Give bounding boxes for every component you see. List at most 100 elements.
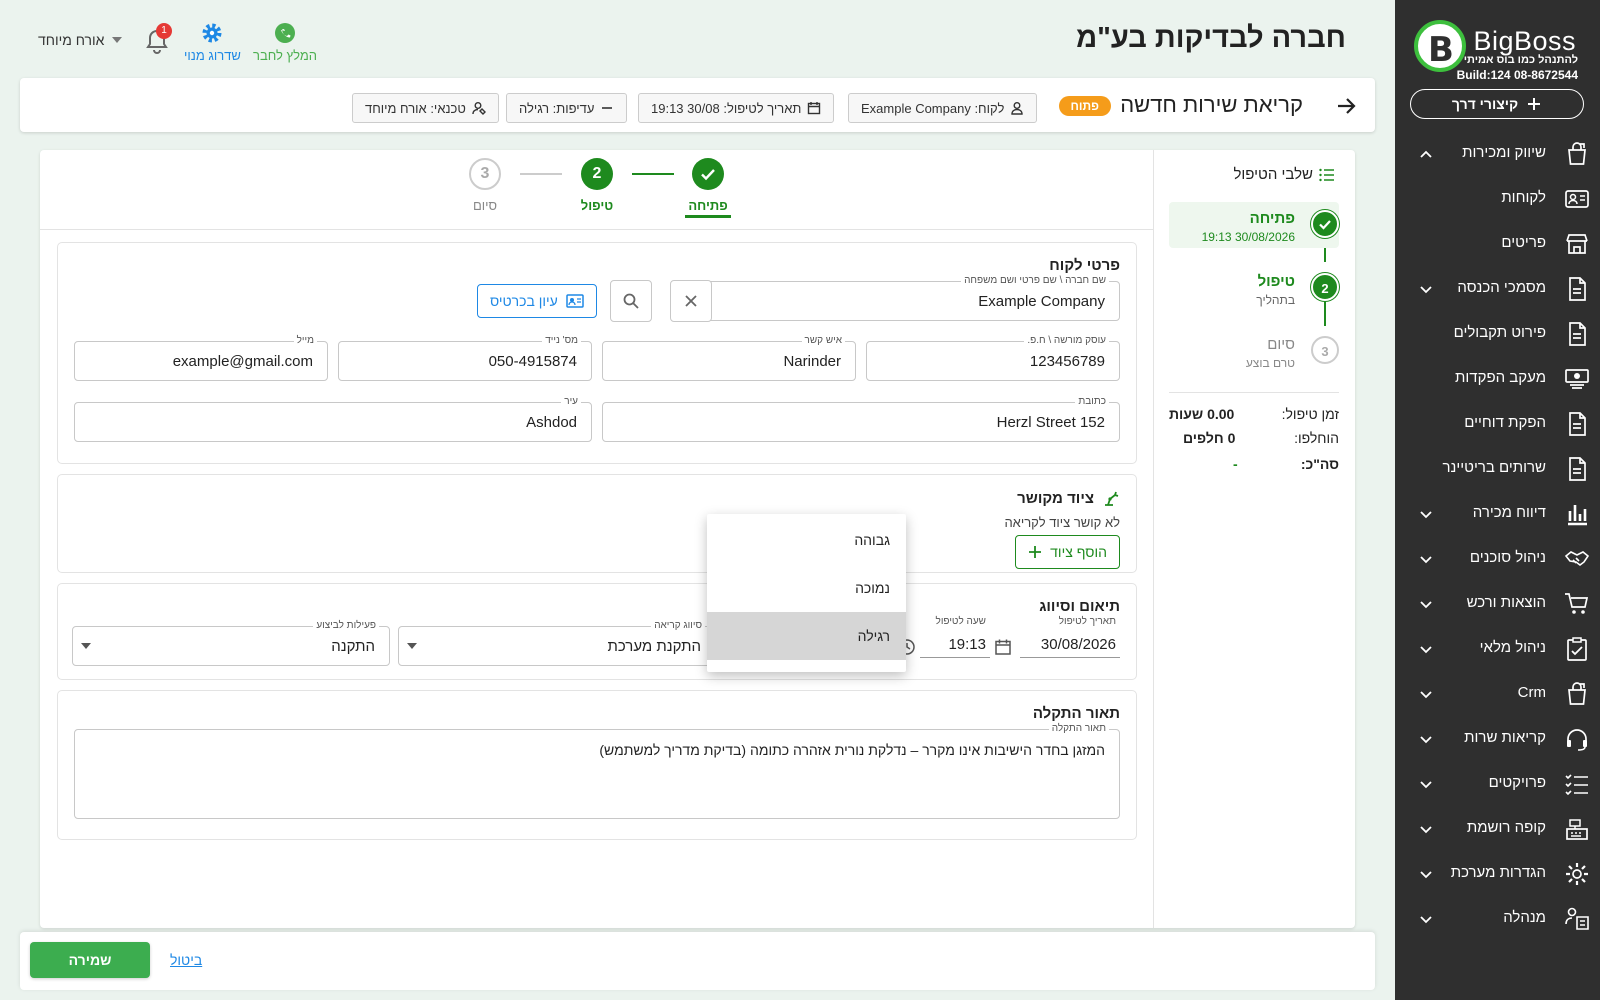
list-icon bbox=[1319, 168, 1335, 182]
date-field[interactable]: תאריך לטיפול 30/08/2026 bbox=[1020, 616, 1120, 658]
sidebar-item[interactable]: שרותים בריטיינר bbox=[1395, 446, 1600, 491]
sidebar-item[interactable]: ניהול מלאי bbox=[1395, 626, 1600, 671]
date-chip[interactable]: תאריך לטיפול: 30/08 19:13 bbox=[638, 93, 835, 123]
tab-treatment[interactable]: 2 טיפול bbox=[557, 158, 637, 213]
priority-option-high[interactable]: גבוהה bbox=[707, 516, 906, 564]
sidebar-item[interactable]: מסמכי הכנסה bbox=[1395, 266, 1600, 311]
side-step-treatment[interactable]: 2 טיפול בתהליך bbox=[1169, 265, 1339, 311]
chevron-down-icon[interactable] bbox=[1419, 822, 1433, 836]
sidebar-item[interactable]: קופה רושמת bbox=[1395, 806, 1600, 851]
option-label: נמוכה bbox=[855, 580, 890, 596]
sidebar-item[interactable]: דיווח מכירה bbox=[1395, 491, 1600, 536]
view-card-label: עיון בכרטיס bbox=[490, 293, 558, 309]
sidebar-item[interactable]: פירוט תקבולים bbox=[1395, 311, 1600, 356]
chevron-down-icon[interactable] bbox=[1419, 597, 1433, 611]
chevron-down-icon[interactable] bbox=[1419, 282, 1433, 296]
save-button[interactable]: שמירה bbox=[30, 942, 150, 978]
admin-icon bbox=[1564, 906, 1590, 932]
side-step-finish[interactable]: 3 סיום טרם בוצע bbox=[1169, 328, 1339, 374]
upgrade-button[interactable]: שדרוג מנוי bbox=[184, 22, 241, 63]
field-value: Narinder bbox=[783, 353, 841, 370]
user-menu[interactable]: אורח מיוחד bbox=[38, 32, 123, 48]
close-icon bbox=[685, 295, 697, 307]
customer-section: פרטי לקוח שם חברה \ שם פרטי ושם משפחה Ex… bbox=[57, 242, 1137, 464]
sidebar-item[interactable]: קריאות שרות bbox=[1395, 716, 1600, 761]
city-field[interactable]: עיר Ashdod bbox=[74, 396, 592, 442]
address-field[interactable]: כתובת Herzl Street 152 bbox=[602, 396, 1120, 442]
field-label: שם חברה \ שם פרטי ושם משפחה bbox=[961, 275, 1109, 286]
chevron-down-icon[interactable] bbox=[1419, 507, 1433, 521]
view-card-button[interactable]: עיון בכרטיס bbox=[477, 284, 597, 318]
document-icon bbox=[1564, 276, 1590, 302]
back-arrow-icon[interactable] bbox=[1335, 95, 1357, 117]
search-button[interactable] bbox=[610, 280, 652, 322]
field-label: מייל bbox=[293, 335, 317, 346]
priority-option-normal[interactable]: רגילה bbox=[707, 612, 906, 660]
sidebar-item[interactable]: מעקב הפקדות bbox=[1395, 356, 1600, 401]
tab-opening[interactable]: פתיחה bbox=[668, 158, 748, 213]
field-value: 123456789 bbox=[1029, 353, 1105, 370]
sidebar-item-label: שרותים בריטיינר bbox=[1442, 459, 1546, 476]
priority-dropdown-menu: גבוהה נמוכה רגילה bbox=[707, 514, 906, 672]
technician-chip[interactable]: טכנאי: אורח מיוחד bbox=[352, 93, 499, 123]
sidebar-item-label: הפקת דוחיים bbox=[1464, 414, 1546, 431]
shortcuts-button[interactable]: קיצורי דרך bbox=[1410, 89, 1584, 119]
calendar-icon[interactable] bbox=[994, 638, 1012, 656]
sidebar-item[interactable]: ניהול סוכנים bbox=[1395, 536, 1600, 581]
date-chip-label: תאריך לטיפול: 30/08 19:13 bbox=[651, 100, 802, 116]
side-step-subtitle: 30/08/2026 19:13 bbox=[1201, 230, 1295, 244]
chevron-down-icon[interactable] bbox=[1419, 552, 1433, 566]
contact-field[interactable]: איש קשר Narinder bbox=[602, 335, 856, 381]
chevron-up-icon[interactable] bbox=[1419, 147, 1433, 161]
section-title: תיאום וסיווג bbox=[1039, 598, 1120, 615]
field-value: Ashdod bbox=[526, 414, 577, 431]
brand-logo[interactable]: B BigBoss להתנהל כמו בוס אמיתי 08-867254… bbox=[1406, 18, 1586, 84]
sidebar-item[interactable]: פרויקטים bbox=[1395, 761, 1600, 806]
technician-chip-label: טכנאי: אורח מיוחד bbox=[365, 100, 466, 116]
mobile-field[interactable]: מס' נייד 050-4915874 bbox=[338, 335, 592, 381]
divider bbox=[1169, 392, 1339, 393]
chevron-down-icon[interactable] bbox=[1419, 642, 1433, 656]
notifications-button[interactable]: 1 bbox=[144, 23, 172, 56]
chevron-down-icon[interactable] bbox=[1419, 867, 1433, 881]
sidebar-item-label: דיווח מכירה bbox=[1472, 504, 1546, 521]
customer-name-field[interactable]: שם חברה \ שם פרטי ושם משפחה Example Comp… bbox=[702, 275, 1120, 321]
sidebar-item[interactable]: Crm bbox=[1395, 671, 1600, 716]
priority-chip[interactable]: עדיפות: רגילה bbox=[506, 93, 628, 123]
chevron-down-icon[interactable] bbox=[1419, 777, 1433, 791]
customer-chip[interactable]: לקוח: Example Company bbox=[848, 93, 1038, 123]
tab-number: 3 bbox=[469, 158, 501, 190]
sidebar-item[interactable]: מנהלה bbox=[1395, 896, 1600, 941]
problem-description-textarea[interactable]: תאור התקלה המזגן בחדר הישיבות אינו מקרר … bbox=[74, 723, 1120, 819]
add-equipment-button[interactable]: הוסף ציוד bbox=[1015, 535, 1120, 569]
side-step-opening[interactable]: פתיחה 30/08/2026 19:13 bbox=[1169, 202, 1339, 248]
tax-id-field[interactable]: עוסק מורשה \ ח.פ. 123456789 bbox=[866, 335, 1120, 381]
chevron-down-icon[interactable] bbox=[1419, 687, 1433, 701]
section-title: ציוד מקושר bbox=[1017, 489, 1120, 507]
notification-badge: 1 bbox=[156, 23, 172, 39]
sidebar-item[interactable]: הוצאות ורכש bbox=[1395, 581, 1600, 626]
tab-finish[interactable]: 3 סיום bbox=[445, 158, 525, 213]
sidebar-item-label: מנהלה bbox=[1503, 909, 1546, 926]
sidebar-item-label: ניהול מלאי bbox=[1479, 639, 1546, 656]
priority-option-low[interactable]: נמוכה bbox=[707, 564, 906, 612]
time-field[interactable]: שעה לטיפול 19:13 bbox=[920, 616, 990, 658]
cancel-link[interactable]: ביטול bbox=[170, 952, 202, 968]
email-field[interactable]: מייל example@gmail.com bbox=[74, 335, 328, 381]
clear-button[interactable] bbox=[670, 280, 712, 322]
call-class-select[interactable]: סיווג קריאה התקנת מערכת bbox=[398, 620, 716, 666]
sidebar-item[interactable]: הפקת דוחיים bbox=[1395, 401, 1600, 446]
sidebar-item[interactable]: שיווק ומכירות bbox=[1395, 131, 1600, 176]
clipboard-icon bbox=[1564, 636, 1590, 662]
user-icon bbox=[1010, 101, 1024, 115]
sidebar-item[interactable]: פריטים bbox=[1395, 221, 1600, 266]
action-select[interactable]: פעילות לביצוע התקנה bbox=[72, 620, 390, 666]
sidebar-item[interactable]: הגדרות מערכת bbox=[1395, 851, 1600, 896]
chevron-down-icon[interactable] bbox=[1419, 912, 1433, 926]
logo-mark-icon: B bbox=[1414, 20, 1466, 72]
chevron-down-icon[interactable] bbox=[1419, 732, 1433, 746]
recommend-button[interactable]: המלץ לחבר bbox=[253, 22, 317, 63]
sidebar-item-label: פריטים bbox=[1501, 234, 1546, 251]
side-step-title: פתיחה bbox=[1249, 210, 1295, 227]
sidebar-item[interactable]: לקוחות bbox=[1395, 176, 1600, 221]
